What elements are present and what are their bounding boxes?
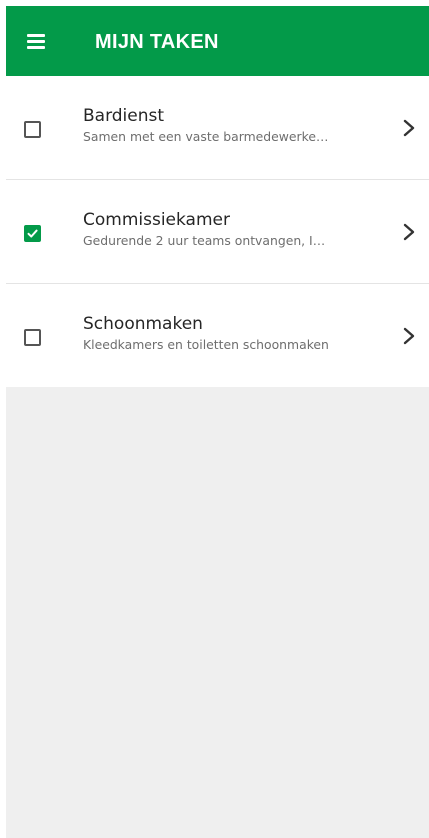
- app-screen: MIJN TAKEN Bardienst Samen met een vaste…: [6, 6, 429, 838]
- task-item-schoonmaken[interactable]: Schoonmaken Kleedkamers en toiletten sch…: [6, 284, 429, 387]
- task-checkbox[interactable]: [24, 329, 41, 346]
- page-title: MIJN TAKEN: [95, 31, 219, 53]
- task-description: Samen met een vaste barmedewerke…: [83, 129, 329, 144]
- task-description: Kleedkamers en toiletten schoonmaken: [83, 337, 329, 352]
- hamburger-menu-icon[interactable]: [24, 30, 50, 52]
- chevron-right-icon[interactable]: [403, 223, 415, 241]
- task-title: Schoonmaken: [83, 314, 203, 334]
- task-title: Commissiekamer: [83, 210, 230, 230]
- task-description: Gedurende 2 uur teams ontvangen, I…: [83, 233, 326, 248]
- task-title: Bardienst: [83, 106, 165, 126]
- task-checkbox[interactable]: [24, 121, 41, 138]
- task-item-bardienst[interactable]: Bardienst Samen met een vaste barmedewer…: [6, 76, 429, 180]
- task-checkbox-checked[interactable]: [24, 225, 41, 242]
- chevron-right-icon[interactable]: [403, 119, 415, 137]
- app-bar: MIJN TAKEN: [6, 6, 429, 76]
- task-list: Bardienst Samen met een vaste barmedewer…: [6, 76, 429, 387]
- chevron-right-icon[interactable]: [403, 327, 415, 345]
- checkmark-icon: [27, 229, 38, 238]
- task-item-commissiekamer[interactable]: Commissiekamer Gedurende 2 uur teams ont…: [6, 180, 429, 284]
